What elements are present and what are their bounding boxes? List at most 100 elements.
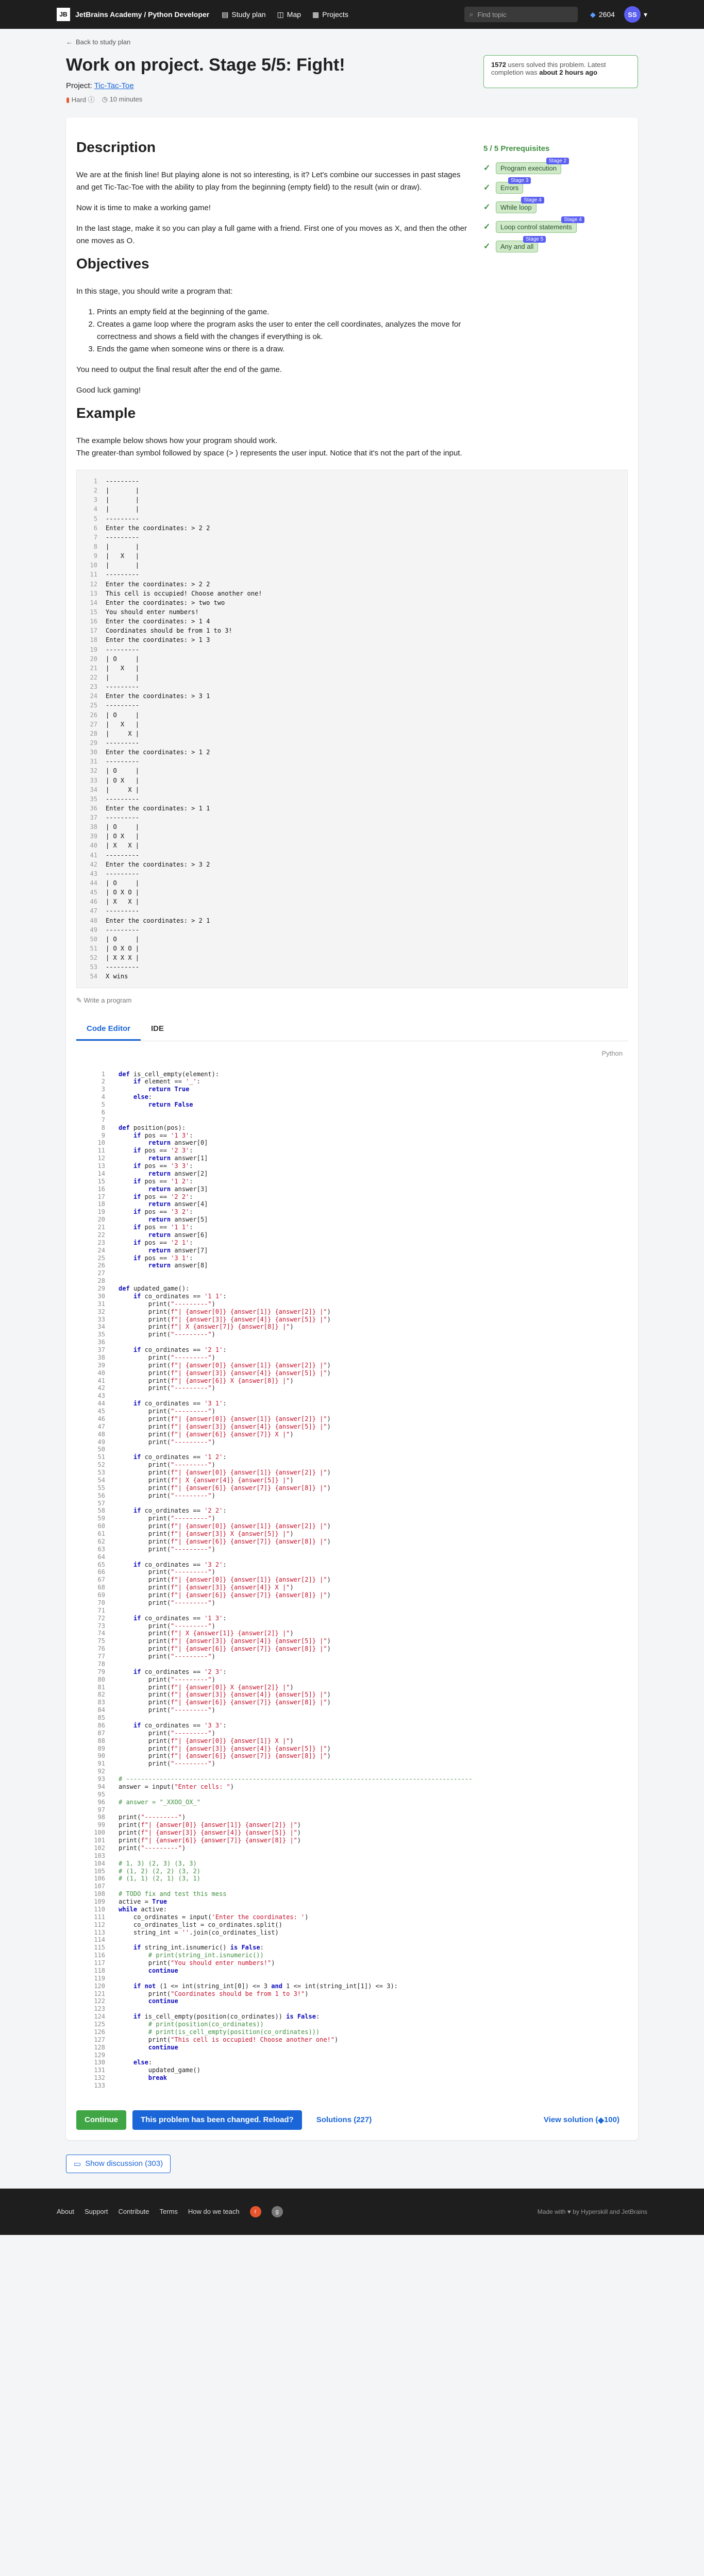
code-line[interactable]: 112 co_ordinates_list = co_ordinates.spl… bbox=[85, 1921, 628, 1929]
gems-counter[interactable]: ◆ 2604 bbox=[590, 10, 615, 19]
nav-projects[interactable]: ▦ Projects bbox=[312, 10, 348, 19]
code-line[interactable]: 33 print(f"| {answer[3]} {answer[4]} {an… bbox=[85, 1316, 628, 1324]
code-line[interactable]: 99 print(f"| {answer[0]} {answer[1]} {ans… bbox=[85, 1821, 628, 1829]
code-line[interactable]: 100 print(f"| {answer[3]} {answer[4]} {an… bbox=[85, 1829, 628, 1837]
code-line[interactable]: 73 print("---------") bbox=[85, 1622, 628, 1630]
nav-study-plan[interactable]: ▤ Study plan bbox=[222, 10, 265, 19]
code-line[interactable]: 47 print(f"| {answer[3]} {answer[4]} {an… bbox=[85, 1423, 628, 1431]
code-line[interactable]: 120 if not (1 <= int(string_int[0]) <= 3… bbox=[85, 1982, 628, 1990]
code-line[interactable]: 125 # print(position(co_ordinates)) bbox=[85, 2021, 628, 2028]
code-line[interactable]: 70 print("---------") bbox=[85, 1599, 628, 1607]
code-line[interactable]: 40 print(f"| {answer[3]} {answer[4]} {an… bbox=[85, 1369, 628, 1377]
code-line[interactable]: 97 bbox=[85, 1806, 628, 1814]
code-line[interactable]: 65 if co_ordinates == '3 2': bbox=[85, 1561, 628, 1569]
code-line[interactable]: 1 def is_cell_empty(element): bbox=[85, 1071, 628, 1078]
code-line[interactable]: 98 print("---------") bbox=[85, 1814, 628, 1821]
code-line[interactable]: 123 bbox=[85, 2005, 628, 2013]
code-line[interactable]: 117 print("You should enter numbers!") bbox=[85, 1959, 628, 1967]
continue-button[interactable]: Continue bbox=[76, 2110, 126, 2130]
code-line[interactable]: 77 print("---------") bbox=[85, 1653, 628, 1660]
footer-link-about[interactable]: About bbox=[57, 2208, 74, 2215]
code-line[interactable]: 43 bbox=[85, 1392, 628, 1400]
view-solution-link[interactable]: View solution (◆ 100) bbox=[535, 2110, 628, 2130]
code-line[interactable]: 49 print("---------") bbox=[85, 1438, 628, 1446]
prerequisite-item[interactable]: ✓ Errors Stage 3 bbox=[483, 177, 577, 194]
project-link[interactable]: Tic-Tac-Toe bbox=[94, 81, 134, 90]
code-line[interactable]: 83 print(f"| {answer[6]} {answer[7]} {an… bbox=[85, 1699, 628, 1706]
code-line[interactable]: 85 bbox=[85, 1714, 628, 1722]
code-line[interactable]: 61 print(f"| {answer[3]} X {answer[5]} |… bbox=[85, 1530, 628, 1538]
code-line[interactable]: 51 if co_ordinates == '1 2': bbox=[85, 1453, 628, 1461]
tab-ide[interactable]: IDE bbox=[141, 1018, 174, 1041]
code-line[interactable]: 7 bbox=[85, 1116, 628, 1124]
code-line[interactable]: 104 # 1, 3) (2, 3) (3, 3) bbox=[85, 1860, 628, 1868]
footer-link-how-we-teach[interactable]: How do we teach bbox=[188, 2208, 240, 2215]
reddit-icon[interactable]: r bbox=[249, 2206, 261, 2217]
code-line[interactable]: 58 if co_ordinates == '2 2': bbox=[85, 1507, 628, 1515]
code-line[interactable]: 28 bbox=[85, 1277, 628, 1285]
code-line[interactable]: 78 bbox=[85, 1660, 628, 1668]
code-line[interactable]: 10 return answer[0] bbox=[85, 1139, 628, 1147]
chevron-down-icon[interactable]: ▾ bbox=[644, 10, 647, 19]
code-line[interactable]: 129 bbox=[85, 2052, 628, 2059]
code-line[interactable]: 26 return answer[8] bbox=[85, 1262, 628, 1269]
prerequisite-pill[interactable]: Program execution Stage 2 bbox=[496, 157, 569, 174]
code-line[interactable]: 110 while active: bbox=[85, 1906, 628, 1913]
code-line[interactable]: 103 bbox=[85, 1852, 628, 1860]
code-line[interactable]: 52 print("---------") bbox=[85, 1461, 628, 1469]
code-line[interactable]: 55 print(f"| {answer[6]} {answer[7]} {an… bbox=[85, 1484, 628, 1492]
code-line[interactable]: 69 print(f"| {answer[6]} {answer[7]} {an… bbox=[85, 1591, 628, 1599]
prerequisite-pill[interactable]: Errors Stage 3 bbox=[496, 177, 531, 194]
code-line[interactable]: 17 if pos == '2 2': bbox=[85, 1193, 628, 1201]
code-line[interactable]: 111 co_ordinates = input('Enter the coor… bbox=[85, 1913, 628, 1921]
code-line[interactable]: 90 print(f"| {answer[6]} {answer[7]} {an… bbox=[85, 1752, 628, 1760]
prerequisite-pill[interactable]: While loop Stage 4 bbox=[496, 196, 544, 213]
code-line[interactable]: 27 bbox=[85, 1269, 628, 1277]
code-line[interactable]: 25 if pos == '3 1': bbox=[85, 1255, 628, 1262]
code-line[interactable]: 67 print(f"| {answer[0]} {answer[1]} {an… bbox=[85, 1576, 628, 1584]
footer-link-support[interactable]: Support bbox=[85, 2208, 108, 2215]
code-line[interactable]: 59 print("---------") bbox=[85, 1515, 628, 1522]
code-line[interactable]: 122 continue bbox=[85, 1997, 628, 2005]
code-line[interactable]: 124 if is_cell_empty(position(co_ordinat… bbox=[85, 2013, 628, 2021]
code-line[interactable]: 115 if string_int.isnumeric() is False: bbox=[85, 1944, 628, 1952]
code-line[interactable]: 42 print("---------") bbox=[85, 1384, 628, 1392]
code-line[interactable]: 87 print("---------") bbox=[85, 1730, 628, 1737]
code-line[interactable]: 91 print("---------") bbox=[85, 1760, 628, 1768]
jetbrains-logo-icon[interactable]: JB bbox=[57, 8, 70, 21]
code-line[interactable]: 118 continue bbox=[85, 1967, 628, 1975]
code-line[interactable]: 20 return answer[5] bbox=[85, 1216, 628, 1224]
code-line[interactable]: 38 print("---------") bbox=[85, 1354, 628, 1362]
code-line[interactable]: 13 if pos == '3 3': bbox=[85, 1162, 628, 1170]
code-line[interactable]: 22 return answer[6] bbox=[85, 1231, 628, 1239]
code-line[interactable]: 76 print(f"| {answer[6]} {answer[7]} {an… bbox=[85, 1645, 628, 1653]
code-line[interactable]: 101 print(f"| {answer[6]} {answer[7]} {an… bbox=[85, 1837, 628, 1844]
code-line[interactable]: 89 print(f"| {answer[3]} {answer[4]} {an… bbox=[85, 1745, 628, 1753]
code-line[interactable]: 16 return answer[3] bbox=[85, 1185, 628, 1193]
code-line[interactable]: 72 if co_ordinates == '1 3': bbox=[85, 1615, 628, 1622]
code-line[interactable]: 44 if co_ordinates == '3 1': bbox=[85, 1400, 628, 1408]
code-line[interactable]: 82 print(f"| {answer[3]} {answer[4]} {an… bbox=[85, 1691, 628, 1699]
code-line[interactable]: 71 bbox=[85, 1607, 628, 1615]
code-line[interactable]: 133 bbox=[85, 2082, 628, 2090]
code-line[interactable]: 29 def updated_game(): bbox=[85, 1285, 628, 1293]
code-line[interactable]: 80 print("---------") bbox=[85, 1676, 628, 1684]
code-line[interactable]: 62 print(f"| {answer[6]} {answer[7]} {an… bbox=[85, 1538, 628, 1546]
code-line[interactable]: 75 print(f"| {answer[3]} {answer[4]} {an… bbox=[85, 1637, 628, 1645]
code-line[interactable]: 53 print(f"| {answer[0]} {answer[1]} {an… bbox=[85, 1469, 628, 1477]
code-line[interactable]: 107 bbox=[85, 1883, 628, 1890]
code-line[interactable]: 114 bbox=[85, 1936, 628, 1944]
code-line[interactable]: 5 return False bbox=[85, 1101, 628, 1109]
code-line[interactable]: 37 if co_ordinates == '2 1': bbox=[85, 1346, 628, 1354]
code-line[interactable]: 93 # ------------------------------------… bbox=[85, 1775, 628, 1783]
tab-code-editor[interactable]: Code Editor bbox=[76, 1018, 141, 1041]
code-line[interactable]: 18 return answer[4] bbox=[85, 1200, 628, 1208]
code-line[interactable]: 36 bbox=[85, 1338, 628, 1346]
code-line[interactable]: 12 return answer[1] bbox=[85, 1155, 628, 1162]
code-line[interactable]: 24 return answer[7] bbox=[85, 1247, 628, 1255]
code-line[interactable]: 79 if co_ordinates == '2 3': bbox=[85, 1668, 628, 1676]
code-line[interactable]: 109 active = True bbox=[85, 1898, 628, 1906]
code-line[interactable]: 132 break bbox=[85, 2074, 628, 2082]
code-line[interactable]: 113 string_int = ''.join(co_ordinates_li… bbox=[85, 1929, 628, 1937]
reload-problem-button[interactable]: This problem has been changed. Reload? bbox=[132, 2110, 302, 2130]
